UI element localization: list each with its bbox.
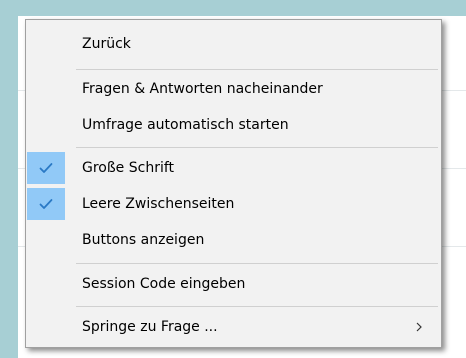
menu-item-empty-intermediate-pages[interactable]: Leere Zwischenseiten (27, 188, 440, 220)
menu-separator (76, 147, 438, 148)
menu-item-label: Springe zu Frage ... (82, 319, 218, 335)
menu-separator (76, 69, 438, 70)
menu-item-questions-answers-sequential[interactable]: Fragen & Antworten nacheinander (27, 73, 440, 105)
menu-item-enter-session-code[interactable]: Session Code eingeben (27, 268, 440, 300)
menu-item-show-buttons[interactable]: Buttons anzeigen (27, 224, 440, 256)
checkmark-icon (27, 188, 65, 220)
menu-item-large-font[interactable]: Große Schrift (27, 152, 440, 184)
chevron-right-icon (416, 311, 422, 343)
checkmark-icon (27, 152, 65, 184)
menu-separator (76, 263, 438, 264)
menu-item-back[interactable]: Zurück (27, 28, 440, 60)
menu-item-label: Umfrage automatisch starten (82, 117, 289, 133)
context-menu: Zurück Fragen & Antworten nacheinander U… (25, 19, 442, 348)
menu-item-label: Leere Zwischenseiten (82, 196, 235, 212)
menu-item-label: Buttons anzeigen (82, 232, 205, 248)
menu-item-label: Fragen & Antworten nacheinander (82, 81, 323, 97)
menu-item-label: Große Schrift (82, 160, 175, 176)
menu-item-autostart-survey[interactable]: Umfrage automatisch starten (27, 109, 440, 141)
menu-separator (76, 306, 438, 307)
menu-item-label: Session Code eingeben (82, 276, 246, 292)
menu-item-jump-to-question[interactable]: Springe zu Frage ... (27, 311, 440, 343)
menu-item-label: Zurück (82, 36, 131, 52)
